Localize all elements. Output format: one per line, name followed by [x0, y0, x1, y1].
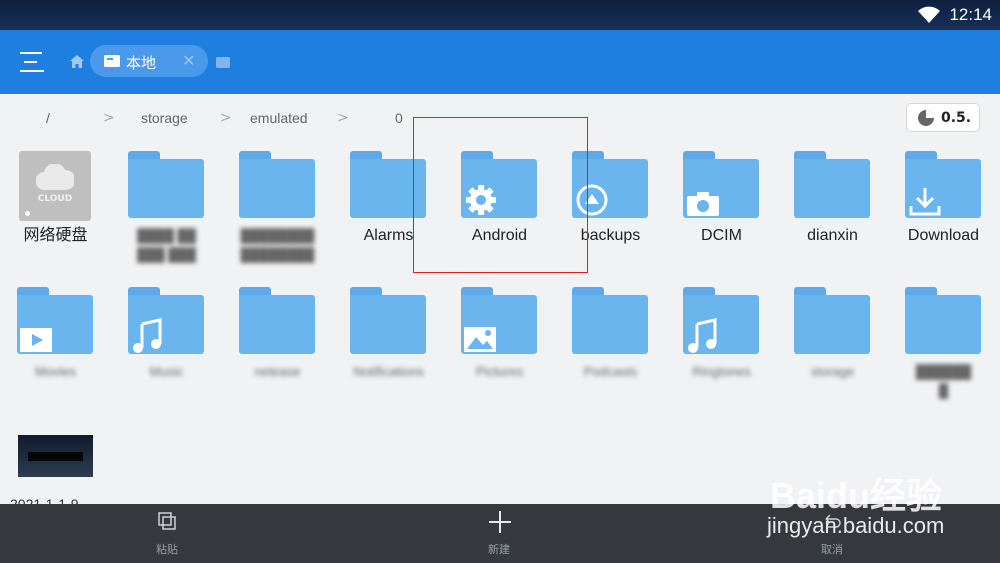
- wifi-icon: [918, 6, 940, 23]
- bottom-toolbar: 粘贴 新建 取消: [0, 504, 1000, 563]
- folder-item[interactable]: ██████ █: [888, 287, 999, 417]
- play-icon: [20, 328, 52, 352]
- folder-icon: [17, 287, 93, 354]
- folder-icon: [905, 151, 981, 218]
- breadcrumb-zero[interactable]: 0: [395, 110, 403, 126]
- storage-icon: [104, 55, 120, 67]
- menu-icon[interactable]: [20, 52, 44, 72]
- file-label: storage: [810, 364, 855, 379]
- file-label-blurred: ██████ █: [915, 364, 972, 398]
- file-label: dianxin: [807, 227, 858, 244]
- folder-item-movies[interactable]: Movies: [0, 287, 111, 417]
- file-label: Movies: [34, 364, 77, 379]
- folder-item-download[interactable]: Download: [888, 151, 999, 281]
- cancel-label: 取消: [821, 543, 843, 556]
- storage-value: 0.5.: [941, 110, 972, 126]
- folder-icon: [905, 287, 981, 354]
- cloud-drive-icon: CLOUD: [19, 151, 91, 221]
- folder-icon: [572, 151, 648, 218]
- breadcrumb-separator: >: [337, 110, 349, 126]
- pie-chart-icon: [918, 110, 934, 126]
- file-label: netease: [254, 364, 301, 379]
- folder-item-backups[interactable]: backups: [555, 151, 666, 281]
- file-label: 网络硬盘: [23, 227, 88, 244]
- folder-icon: [128, 287, 204, 354]
- folder-item[interactable]: ████ ██ ███ ███: [111, 151, 222, 281]
- file-label-blurred: ████ ██ ███ ███: [137, 228, 196, 262]
- status-bar: 12:14: [0, 0, 1000, 30]
- home-icon[interactable]: [70, 55, 84, 68]
- plus-icon: [489, 511, 511, 533]
- tab-local[interactable]: 本地 ✕: [90, 45, 208, 77]
- file-label: Music: [149, 364, 184, 379]
- folder-icon: [350, 287, 426, 354]
- file-label: Ringtones: [692, 364, 751, 379]
- folder-icon: [461, 287, 537, 354]
- folder-item-dcim[interactable]: DCIM: [666, 151, 777, 281]
- file-label: Podcasts: [583, 364, 638, 379]
- music-icon: [688, 318, 717, 353]
- file-item-cloud[interactable]: CLOUD 网络硬盘: [0, 151, 111, 281]
- folder-item-notifications[interactable]: Notifications: [333, 287, 444, 417]
- breadcrumb-storage[interactable]: storage: [141, 110, 188, 126]
- folder-item-dianxin[interactable]: dianxin: [777, 151, 888, 281]
- folder-icon: [461, 151, 537, 218]
- folder-icon: [683, 287, 759, 354]
- paste-button[interactable]: 粘贴: [107, 504, 227, 563]
- image-icon: [464, 327, 496, 352]
- new-label: 新建: [488, 543, 510, 556]
- camera-icon: [687, 192, 719, 216]
- new-button[interactable]: 新建: [439, 504, 559, 563]
- folder-icon: [794, 151, 870, 218]
- close-icon[interactable]: ✕: [182, 51, 195, 70]
- file-label: Android: [471, 227, 528, 244]
- paste-label: 粘贴: [156, 543, 178, 556]
- folder-item-pictures[interactable]: Pictures: [444, 287, 555, 417]
- status-time: 12:14: [949, 5, 992, 24]
- folder-icon: [683, 151, 759, 218]
- folder-item-netease[interactable]: netease: [222, 287, 333, 417]
- download-icon: [909, 188, 941, 216]
- folder-item-alarms[interactable]: Alarms: [333, 151, 444, 281]
- folder-icon: [572, 287, 648, 354]
- file-label: DCIM: [701, 227, 742, 244]
- folder-item-android[interactable]: Android: [444, 151, 555, 281]
- cloud-badge: CLOUD: [37, 194, 73, 204]
- folder-icon: [794, 287, 870, 354]
- file-label: Notifications: [353, 364, 424, 379]
- breadcrumb-separator: >: [103, 110, 115, 126]
- folder-item-ringtones[interactable]: Ringtones: [666, 287, 777, 417]
- breadcrumb-emulated[interactable]: emulated: [250, 110, 308, 126]
- storage-indicator[interactable]: 0.5.: [906, 103, 980, 132]
- folder-item-podcasts[interactable]: Podcasts: [555, 287, 666, 417]
- paste-icon: [158, 512, 176, 530]
- window-icon[interactable]: [216, 57, 230, 68]
- folder-icon: [350, 151, 426, 218]
- gear-icon: [466, 185, 496, 215]
- folder-item-storage[interactable]: storage: [777, 287, 888, 417]
- breadcrumb-separator: >: [220, 110, 232, 126]
- file-label: Alarms: [363, 227, 414, 244]
- file-label: Download: [907, 227, 980, 244]
- folder-item[interactable]: ████████ ████████: [222, 151, 333, 281]
- file-label: Pictures: [476, 364, 523, 379]
- folder-icon: [239, 151, 315, 218]
- app-bar: 本地 ✕: [0, 30, 1000, 94]
- breadcrumb-root[interactable]: /: [46, 110, 50, 126]
- cancel-button[interactable]: 取消: [772, 504, 892, 563]
- cancel-icon: [825, 514, 841, 528]
- folder-icon: [128, 151, 204, 218]
- image-thumbnail[interactable]: [18, 435, 93, 477]
- music-icon: [133, 318, 162, 353]
- breadcrumb: / > storage > emulated > 0: [0, 96, 1000, 142]
- folder-icon: [239, 287, 315, 354]
- file-label-blurred: ████████ ████████: [240, 228, 315, 262]
- folder-item-music[interactable]: Music: [111, 287, 222, 417]
- file-label: backups: [580, 227, 641, 244]
- tab-label: 本地: [126, 54, 157, 72]
- backup-icon: [576, 184, 608, 216]
